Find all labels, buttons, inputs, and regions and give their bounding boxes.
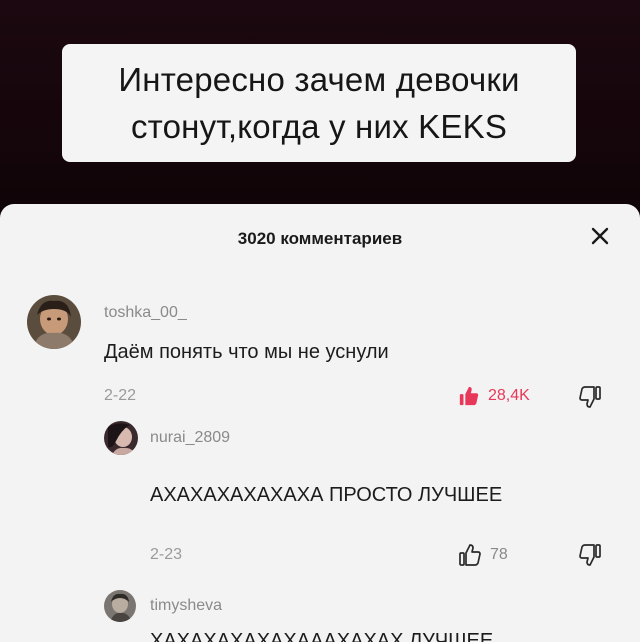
comment-username[interactable]: nurai_2809 [150, 429, 230, 447]
avatar[interactable] [104, 590, 136, 622]
close-button[interactable] [586, 222, 614, 250]
comment-date: 2-22 [104, 387, 137, 404]
dislike-button[interactable] [578, 385, 602, 414]
like-count: 28,4K [488, 387, 530, 404]
like-count: 78 [490, 546, 508, 563]
avatar[interactable] [27, 295, 81, 349]
like-button[interactable]: 78 [458, 543, 508, 567]
thumbs-up-filled-icon [459, 386, 479, 406]
avatar[interactable] [104, 421, 138, 455]
close-icon [591, 227, 609, 245]
thumbs-up-icon [459, 544, 481, 566]
comments-sheet: 3020 комментариев toshka_00_ Даём понять… [0, 204, 640, 642]
comment-username[interactable]: toshka_00_ [104, 304, 187, 322]
caption-line-2: стонут,когда у них KEKS [130, 108, 508, 145]
comment-text: Даём понять что мы не уснули [104, 341, 389, 363]
video-caption: Интересно зачем девочки стонут,когда у н… [62, 44, 576, 162]
like-button[interactable]: 28,4K [458, 385, 530, 407]
comment-date: 2-23 [150, 546, 183, 563]
comments-header: 3020 комментариев [0, 204, 640, 268]
comment-text: АХАХАХАХАХАХА ПРОСТО ЛУЧШЕЕ [150, 484, 503, 506]
comment-count-title: 3020 комментариев [237, 229, 403, 248]
comment-text: ХАХАХАХАХАХАААХАХАХ ЛУЧШЕЕ [150, 630, 494, 642]
caption-line-1: Интересно зачем девочки [118, 61, 520, 98]
comment-username[interactable]: timysheva [150, 597, 222, 615]
thumbs-down-icon [579, 544, 601, 566]
thumbs-down-icon [579, 386, 601, 408]
dislike-button[interactable] [578, 543, 602, 572]
